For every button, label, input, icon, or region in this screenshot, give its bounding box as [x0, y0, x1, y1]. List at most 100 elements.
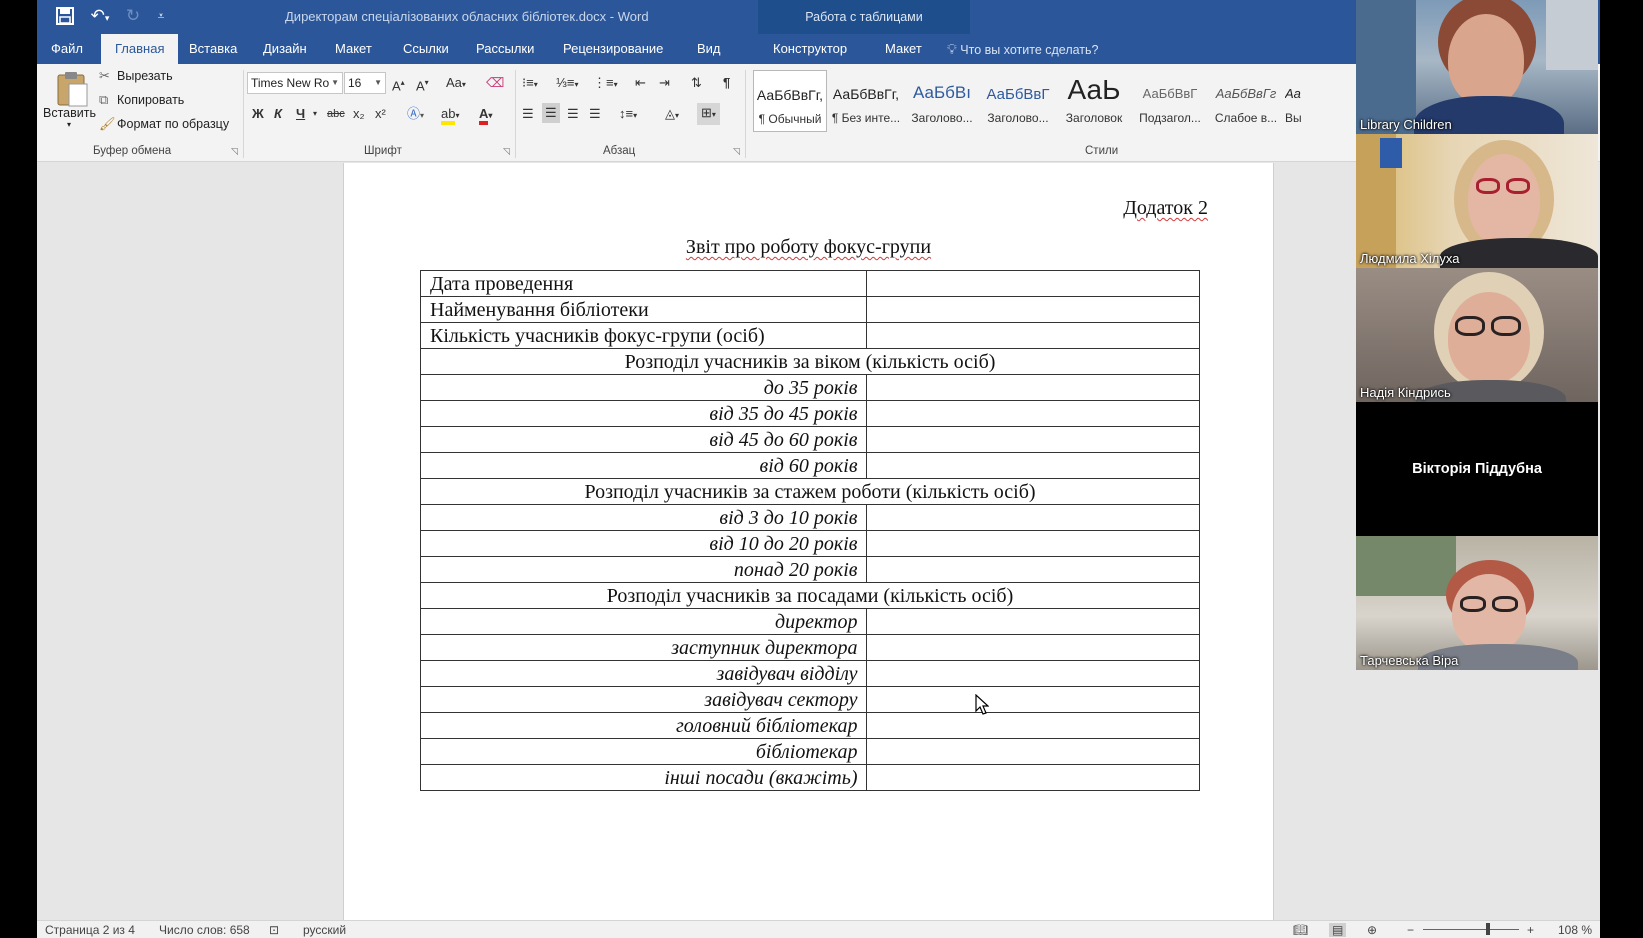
- font-dialog-launcher-icon[interactable]: ◹: [503, 146, 510, 157]
- numbering-icon[interactable]: ⅓≡▾: [556, 74, 578, 94]
- tab-mailings[interactable]: Рассылки: [462, 34, 548, 64]
- table-label-cell[interactable]: від 45 до 60 років: [420, 426, 867, 453]
- zoom-in-icon[interactable]: +: [1527, 923, 1534, 937]
- zoom-out-icon[interactable]: −: [1407, 923, 1414, 937]
- style-title[interactable]: АаЬ Заголовок: [1057, 70, 1131, 132]
- superscript-button[interactable]: x²: [375, 105, 386, 123]
- underline-button[interactable]: Ч: [296, 105, 305, 123]
- borders-icon[interactable]: ⊞▾: [697, 103, 720, 125]
- table-value-cell[interactable]: [865, 530, 1200, 557]
- table-value-cell[interactable]: [865, 556, 1200, 583]
- table-value-cell[interactable]: [865, 374, 1200, 401]
- table-value-cell[interactable]: [865, 738, 1200, 765]
- table-label-cell[interactable]: від 60 років: [420, 452, 867, 479]
- style-heading-2[interactable]: АаБбВвГ Заголово...: [981, 70, 1055, 132]
- font-size-dropdown[interactable]: 16 ▼: [344, 72, 386, 94]
- table-label-cell[interactable]: завідувач сектору: [420, 686, 867, 713]
- undo-icon[interactable]: ↶▾: [83, 4, 117, 28]
- show-formatting-marks-icon[interactable]: ¶: [723, 74, 730, 92]
- language[interactable]: русский: [303, 923, 346, 937]
- table-section-header[interactable]: Розподіл учасників за віком (кількість о…: [420, 348, 1200, 375]
- word-count[interactable]: Число слов: 658: [159, 923, 250, 937]
- table-label-cell[interactable]: понад 20 років: [420, 556, 867, 583]
- text-effects-icon[interactable]: Ⓐ▾: [407, 105, 424, 125]
- video-tile-tarchevska[interactable]: Тарчевська Віра: [1356, 536, 1598, 670]
- font-name-dropdown[interactable]: Times New Ro ▼: [247, 72, 343, 94]
- tell-me-box[interactable]: 💡︎ Что вы хотите сделать?: [947, 34, 1098, 64]
- table-label-cell[interactable]: Дата проведення: [420, 270, 867, 297]
- line-spacing-icon[interactable]: ↕≡▾: [619, 105, 637, 125]
- font-color-icon[interactable]: A▾: [479, 105, 492, 125]
- table-label-cell[interactable]: до 35 років: [420, 374, 867, 401]
- table-value-cell[interactable]: [865, 504, 1200, 531]
- table-label-cell[interactable]: від 3 до 10 років: [420, 504, 867, 531]
- page-count[interactable]: Страница 2 из 4: [45, 923, 135, 937]
- paste-button[interactable]: Вставить ▾: [41, 68, 101, 138]
- italic-button[interactable]: К: [274, 105, 282, 123]
- cut-button[interactable]: ✂ Вырезать: [99, 66, 219, 86]
- copy-button[interactable]: ⧉ Копировать: [99, 90, 219, 110]
- video-tile-liudmyla[interactable]: Людмила Хілуха: [1356, 134, 1598, 268]
- table-value-cell[interactable]: [865, 452, 1200, 479]
- zoom-slider[interactable]: [1423, 923, 1519, 935]
- video-tile-nadiia[interactable]: Надія Кіндрись: [1356, 268, 1598, 402]
- table-label-cell[interactable]: інші посади (вкажіть): [420, 764, 867, 791]
- strikethrough-button[interactable]: abc: [327, 105, 345, 123]
- tab-file[interactable]: Файл: [37, 34, 97, 64]
- table-value-cell[interactable]: [865, 400, 1200, 427]
- tab-references[interactable]: Ссылки: [389, 34, 463, 64]
- style-normal[interactable]: АаБбВвГг, ¶ Обычный: [753, 70, 827, 132]
- table-label-cell[interactable]: бібліотекар: [420, 738, 867, 765]
- shading-icon[interactable]: ◬▾: [665, 105, 679, 125]
- table-value-cell[interactable]: [865, 426, 1200, 453]
- style-heading-1[interactable]: АаБбВı Заголово...: [905, 70, 979, 132]
- table-label-cell[interactable]: заступник директора: [420, 634, 867, 661]
- redo-icon[interactable]: ↻: [121, 4, 145, 28]
- justify-icon[interactable]: ☰: [589, 105, 601, 123]
- paragraph-dialog-launcher-icon[interactable]: ◹: [733, 146, 740, 157]
- table-value-cell[interactable]: [865, 322, 1200, 349]
- tab-design[interactable]: Дизайн: [249, 34, 321, 64]
- customize-quick-access-icon[interactable]: ⩡: [149, 4, 173, 28]
- tab-view[interactable]: Вид: [683, 34, 735, 64]
- align-left-icon[interactable]: ☰: [522, 105, 534, 123]
- table-section-header[interactable]: Розподіл учасників за стажем роботи (кіл…: [420, 478, 1200, 505]
- table-section-header[interactable]: Розподіл учасників за посадами (кількіст…: [420, 582, 1200, 609]
- increase-indent-icon[interactable]: ⇥: [659, 74, 670, 92]
- tab-table-design[interactable]: Конструктор: [759, 34, 861, 64]
- table-label-cell[interactable]: завідувач відділу: [420, 660, 867, 687]
- align-center-icon[interactable]: ☰: [542, 103, 560, 123]
- shrink-font-icon[interactable]: A▾: [416, 74, 429, 95]
- highlight-icon[interactable]: ab▾: [441, 105, 459, 125]
- bold-button[interactable]: Ж: [252, 105, 264, 123]
- tab-insert[interactable]: Вставка: [175, 34, 251, 64]
- sort-icon[interactable]: ⇅: [691, 74, 702, 92]
- table-value-cell[interactable]: [865, 712, 1200, 739]
- format-painter-button[interactable]: 🖌︎ Формат по образцу: [99, 114, 249, 134]
- proofing-icon[interactable]: ⊡: [269, 923, 279, 937]
- clear-formatting-icon[interactable]: ⌫: [486, 74, 504, 92]
- chevron-down-icon[interactable]: ▾: [313, 105, 317, 123]
- table-label-cell[interactable]: директор: [420, 608, 867, 635]
- table-value-cell[interactable]: [865, 660, 1200, 687]
- video-tile-library-children[interactable]: Library Children: [1356, 0, 1598, 134]
- tab-layout[interactable]: Макет: [321, 34, 386, 64]
- style-subtle-emphasis[interactable]: АаБбВвГг Слабое в...: [1209, 70, 1283, 132]
- grow-font-icon[interactable]: A▴: [392, 74, 405, 95]
- table-label-cell[interactable]: Найменування бібліотеки: [420, 296, 867, 323]
- print-layout-icon[interactable]: ▤: [1329, 923, 1347, 937]
- table-value-cell[interactable]: [865, 296, 1200, 323]
- table-label-cell[interactable]: від 10 до 20 років: [420, 530, 867, 557]
- decrease-indent-icon[interactable]: ⇤: [635, 74, 646, 92]
- tab-home[interactable]: Главная: [101, 34, 179, 64]
- change-case-button[interactable]: Aa▾: [446, 74, 466, 94]
- table-label-cell[interactable]: головний бібліотекар: [420, 712, 867, 739]
- clipboard-dialog-launcher-icon[interactable]: ◹: [231, 146, 238, 157]
- table-label-cell[interactable]: від 35 до 45 років: [420, 400, 867, 427]
- zoom-level[interactable]: 108 %: [1558, 923, 1592, 937]
- read-mode-icon[interactable]: 📖︎: [1293, 923, 1308, 937]
- table-value-cell[interactable]: [865, 608, 1200, 635]
- multilevel-list-icon[interactable]: ⋮≡▾: [593, 74, 618, 94]
- tab-review[interactable]: Рецензирование: [549, 34, 677, 64]
- table-value-cell[interactable]: [865, 270, 1200, 297]
